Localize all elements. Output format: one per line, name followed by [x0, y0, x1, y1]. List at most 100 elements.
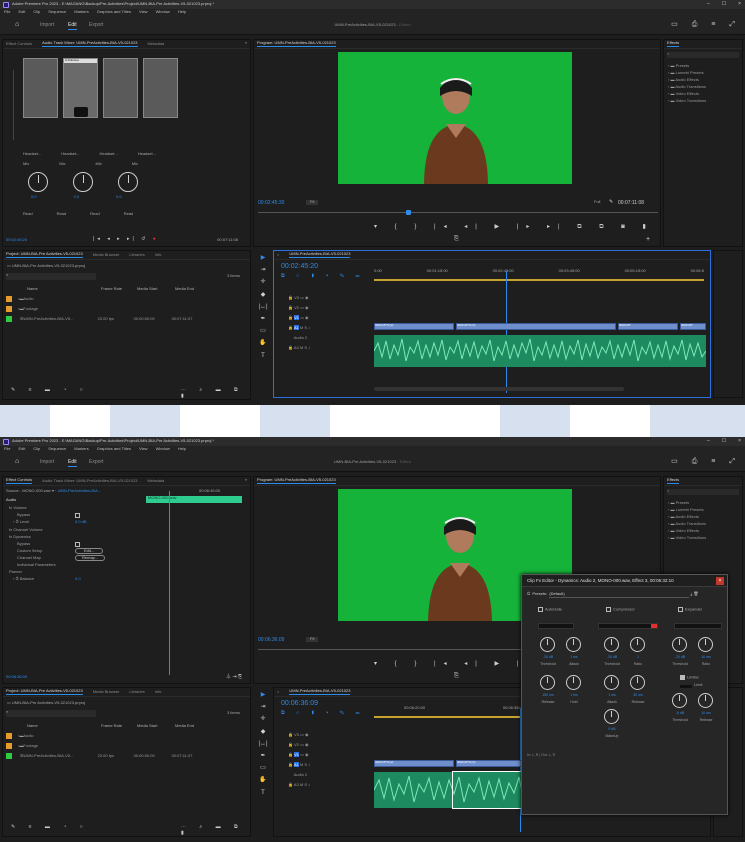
close-button[interactable]: ×	[738, 1, 741, 7]
tab-metadata[interactable]: Metadata	[148, 478, 165, 484]
timeline-tools[interactable]: ⧉ ∩ ▮ ▾ ✎ ▭	[281, 273, 364, 279]
menu-graphics[interactable]: Graphics and Titles	[97, 9, 131, 15]
track-header-a3[interactable]: 🔒 A3 M S ♪	[288, 780, 310, 790]
tab-libraries[interactable]: Libraries	[129, 689, 144, 695]
track-header-a3[interactable]: 🔒 A3 M S ♪	[288, 343, 310, 353]
limit-threshold-knob[interactable]	[672, 693, 687, 708]
pen-tool-icon[interactable]: ✒	[260, 316, 265, 323]
project-row[interactable]: ›▬ Audio	[6, 732, 244, 740]
autogate-checkbox[interactable]: AutoGate	[538, 607, 562, 612]
menu-edit[interactable]: Edit	[18, 446, 25, 452]
power-icon[interactable]: ⏻	[527, 591, 530, 596]
ec-param[interactable]: Bypass	[17, 541, 247, 547]
hand-tool-icon[interactable]: ✋	[259, 777, 266, 784]
dialog-close-button[interactable]: ×	[716, 577, 724, 585]
ec-param[interactable]: fx Channel Volume	[9, 527, 247, 533]
menu-clip[interactable]: Clip	[33, 9, 40, 15]
close-button[interactable]: ×	[738, 438, 741, 444]
selection-tool-icon[interactable]: ▶	[261, 692, 266, 699]
menu-view[interactable]: View	[139, 446, 148, 452]
menu-help[interactable]: Help	[178, 9, 186, 15]
fit-dropdown[interactable]: Fit	[306, 199, 319, 205]
fullscreen-icon[interactable]: ⤢	[729, 21, 735, 29]
effects-item-audio-effects[interactable]: › ▬ Audio Effects	[668, 513, 706, 520]
project-row[interactable]: ›▬ Footage	[6, 742, 244, 750]
effects-item-audio-transitions[interactable]: › ▬ Audio Transitions	[668, 520, 706, 527]
ec-param[interactable]: Individual Parameters	[17, 562, 247, 568]
tab-libraries[interactable]: Libraries	[129, 252, 144, 258]
project-footer-icons[interactable]: ✎ ≡ ▬ ◔ ○	[11, 824, 89, 830]
menu-graphics[interactable]: Graphics and Titles	[97, 446, 131, 452]
project-footer-tools[interactable]: ⋯ ⌕ ▬ ⧉ ▮	[181, 387, 250, 399]
ec-param[interactable]: › ⏱ Level 0.0 dB	[13, 519, 247, 525]
audio-clip[interactable]	[374, 335, 706, 367]
video-clip[interactable]: 0000.MT	[680, 323, 706, 330]
project-row[interactable]: ›▬ Footage	[6, 305, 244, 313]
ec-param[interactable]: Channel Map Remap...	[17, 554, 247, 562]
menu-help[interactable]: Help	[178, 446, 186, 452]
exp-threshold-knob[interactable]	[672, 637, 687, 652]
menu-window[interactable]: Window	[156, 9, 170, 15]
close-tab-icon[interactable]: ×	[277, 689, 279, 695]
transport-controls[interactable]: ▾ { } |◂ ◂| ▶ |▸ ▸| ⧉ ⧉ ◙ ▮	[374, 224, 654, 231]
type-tool-icon[interactable]: T	[261, 353, 265, 360]
release-knob[interactable]	[540, 675, 555, 690]
save-preset-icon[interactable]: ⤓	[690, 591, 692, 596]
track-header-v3[interactable]: 🔒 V3 ▭ ◉	[288, 293, 310, 303]
project-row[interactable]: ⊞ UMN-PreActivities-BIA-V5... 23.00 fps 00…	[6, 315, 244, 323]
pan-knob-1[interactable]	[28, 172, 48, 192]
menu-markers[interactable]: Markers	[74, 446, 88, 452]
menu-clip[interactable]: Clip	[33, 446, 40, 452]
minimize-button[interactable]: –	[707, 438, 710, 444]
menu-file[interactable]: File	[4, 446, 10, 452]
effects-item-audio-effects[interactable]: › ▬ Audio Effects	[668, 76, 706, 83]
menu-icon[interactable]: ≡	[711, 21, 715, 29]
exp-ratio-knob[interactable]	[698, 637, 713, 652]
ec-param[interactable]: Panner	[9, 569, 247, 575]
project-footer-icons[interactable]: ✎ ≡ ▬ ◔ ○	[11, 387, 89, 393]
effects-item-video-transitions[interactable]: › ▬ Video Transitions	[668, 97, 706, 104]
tab-info[interactable]: Info	[155, 252, 162, 258]
comp-attack-knob[interactable]	[604, 675, 619, 690]
menu-sequence[interactable]: Sequence	[48, 9, 66, 15]
more-icon[interactable]: »	[245, 40, 247, 46]
tab-project[interactable]: Project: UMN-BIA-Pre Activities-V5-02102…	[6, 688, 83, 695]
playhead-marker[interactable]	[406, 210, 411, 215]
track-header-a1[interactable]: 🔒 A1 M S ♪	[288, 323, 310, 333]
track-select-icon[interactable]: ⇥	[260, 704, 265, 711]
expander-checkbox[interactable]: Expander	[678, 607, 702, 612]
wrench-icon[interactable]: ✎	[609, 199, 613, 205]
tab-media-browser[interactable]: Media Browser	[93, 252, 120, 258]
menu-markers[interactable]: Markers	[74, 9, 88, 15]
tab-metadata[interactable]: Metadata	[148, 41, 165, 47]
type-tool-icon[interactable]: T	[261, 790, 265, 797]
rectangle-tool-icon[interactable]: ▭	[260, 765, 266, 772]
project-search[interactable]: ⌕	[6, 272, 96, 280]
tab-program[interactable]: Program: UMN-PreActivities-BIA-V5-021023	[257, 40, 336, 47]
tab-program[interactable]: Program: UMN-PreActivities-BIA-V5-021023	[257, 477, 336, 484]
hand-tool-icon[interactable]: ✋	[259, 340, 266, 347]
maximize-button[interactable]: ☐	[722, 438, 726, 444]
tab-effects[interactable]: Effects	[667, 477, 680, 484]
comp-release-knob[interactable]	[630, 675, 645, 690]
menu-window[interactable]: Window	[156, 446, 170, 452]
menu-sequence[interactable]: Sequence	[48, 446, 66, 452]
video-clip[interactable]: 0000.MT	[618, 323, 678, 330]
share-icon[interactable]: ⎙	[692, 21, 698, 29]
tab-audio-mixer[interactable]: Audio Track Mixer: UMN-PreActivities-BIA…	[42, 40, 138, 47]
program-scrubber[interactable]	[258, 212, 658, 213]
razor-tool-icon[interactable]: ◆	[261, 292, 266, 299]
effects-item-lumetri[interactable]: › ▬ Lumetri Presets	[668, 506, 706, 513]
track-header-a2[interactable]: Audio 2	[288, 770, 310, 780]
compressor-checkbox[interactable]: Compressor	[606, 607, 635, 612]
close-tab-icon[interactable]: ×	[277, 252, 279, 258]
timeline-scrollbar[interactable]	[374, 387, 624, 391]
track-header-v2[interactable]: 🔒 V2 ▭ ◉	[288, 740, 310, 750]
share-icon[interactable]: ⎙	[692, 458, 698, 466]
tab-effects[interactable]: Effects	[667, 40, 680, 47]
effects-item-presets[interactable]: › ▬ Presets	[668, 499, 706, 506]
ec-param[interactable]: fx Volume	[9, 505, 247, 511]
track-header-a1[interactable]: 🔒 A1 M S ♪	[288, 760, 310, 770]
timeline-ruler[interactable]: 0:00 00:01:15:00 00:02:45:00 00:03:45:00 00:…	[374, 268, 704, 279]
limiter-checkbox[interactable]: Limiter	[680, 675, 699, 680]
